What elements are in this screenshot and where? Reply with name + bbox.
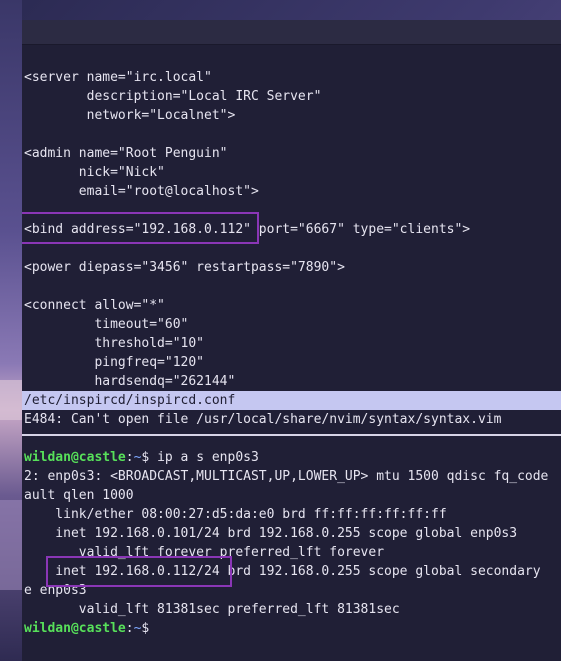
shell-prompt: wildan@castle:~$ ip a s enp0s3 bbox=[24, 448, 259, 467]
prompt-separator: : bbox=[125, 621, 134, 636]
pane-divider[interactable] bbox=[22, 434, 561, 436]
config-line: <power diepass="3456" restartpass="7890"… bbox=[24, 260, 345, 275]
config-line: nick="Nick" bbox=[24, 165, 165, 180]
prompt-symbol: $ bbox=[141, 450, 158, 465]
prompt-user: wildan@castle bbox=[24, 621, 126, 636]
wallpaper-detail bbox=[0, 380, 22, 420]
prompt-user: wildan@castle bbox=[24, 450, 126, 465]
config-line: hardsendq="262144" bbox=[24, 374, 236, 389]
command-output-line: 2: enp0s3: <BROADCAST,MULTICAST,UP,LOWER… bbox=[24, 469, 549, 484]
status-filename: /etc/inspircd/inspircd.conf bbox=[24, 393, 236, 408]
config-line: network="Localnet"> bbox=[24, 108, 236, 123]
editor-statusline: /etc/inspircd/inspircd.conf bbox=[22, 391, 561, 410]
bind-address-highlight bbox=[22, 212, 259, 244]
window-titlebar[interactable] bbox=[22, 20, 561, 45]
prompt-symbol: $ bbox=[141, 621, 158, 636]
config-line: <admin name="Root Penguin" bbox=[24, 146, 228, 161]
prompt-separator: : bbox=[125, 450, 134, 465]
shell-command: ip a s enp0s3 bbox=[157, 450, 259, 465]
command-output-line: valid_lft 81381sec preferred_lft 81381se… bbox=[24, 602, 400, 617]
config-line: <connect allow="*" bbox=[24, 298, 165, 313]
command-output-line: link/ether 08:00:27:d5:da:e0 brd ff:ff:f… bbox=[24, 507, 447, 522]
config-line: <server name="irc.local" bbox=[24, 70, 212, 85]
config-line: threshold="10" bbox=[24, 336, 205, 351]
wallpaper-detail bbox=[0, 500, 22, 590]
command-output-line: inet 192.168.0.101/24 brd 192.168.0.255 … bbox=[24, 526, 518, 541]
command-output-line: ault qlen 1000 bbox=[24, 488, 134, 503]
secondary-ip-highlight bbox=[46, 556, 232, 587]
config-line: pingfreq="120" bbox=[24, 355, 205, 370]
terminal-window[interactable]: <server name="irc.local" description="Lo… bbox=[22, 20, 561, 661]
shell-prompt-current[interactable]: wildan@castle:~$ bbox=[24, 619, 157, 638]
config-line: timeout="60" bbox=[24, 317, 189, 332]
config-line: description="Local IRC Server" bbox=[24, 89, 322, 104]
config-line: email="root@localhost"> bbox=[24, 184, 259, 199]
editor-error-message: E484: Can't open file /usr/local/share/n… bbox=[24, 412, 502, 427]
